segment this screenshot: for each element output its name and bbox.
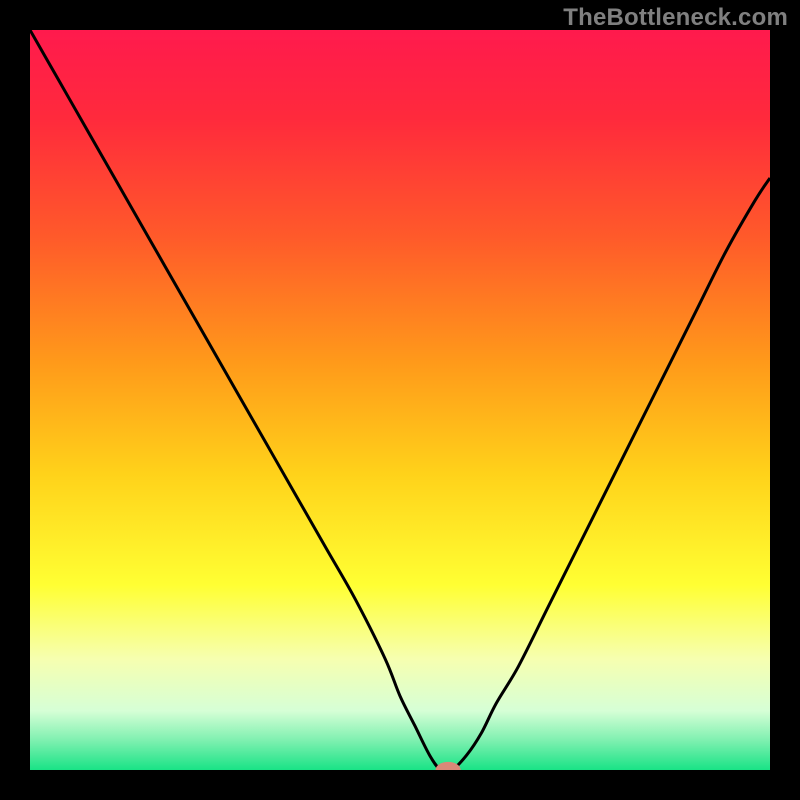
bottleneck-chart — [30, 30, 770, 770]
watermark-text: TheBottleneck.com — [563, 4, 788, 32]
chart-background — [30, 30, 770, 770]
chart-frame: TheBottleneck.com — [0, 0, 800, 800]
